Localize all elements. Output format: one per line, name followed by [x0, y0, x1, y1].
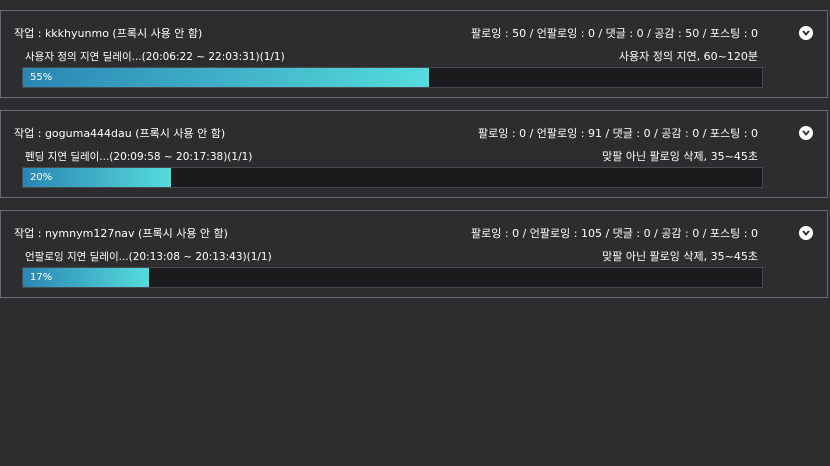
progress-bar: 20% [22, 167, 763, 188]
job-panel: 작업 : goguma444dau (프록시 사용 안 함) 팔로잉 : 0 /… [0, 110, 828, 198]
job-status: 언팔로잉 지연 딜레이...(20:13:08 ~ 20:13:43)(1/1) [25, 251, 272, 263]
job-title: 작업 : kkkhyunmo (프록시 사용 안 함) [14, 27, 203, 40]
expand-toggle-button[interactable] [799, 26, 813, 40]
job-title: 작업 : goguma444dau (프록시 사용 안 함) [14, 127, 226, 140]
job-list: 작업 : kkkhyunmo (프록시 사용 안 함) 팔로잉 : 50 / 언… [0, 0, 830, 466]
job-title: 작업 : nymnym127nav (프록시 사용 안 함) [14, 227, 228, 240]
job-stats: 팔로잉 : 0 / 언팔로잉 : 105 / 댓글 : 0 / 공감 : 0 /… [471, 227, 758, 240]
expand-toggle-button[interactable] [799, 226, 813, 240]
delay-note: 맞팔 아닌 팔로잉 삭제, 35~45초 [602, 150, 758, 163]
delay-note: 사용자 정의 지연, 60~120분 [618, 50, 758, 63]
chevron-down-icon [802, 230, 810, 236]
chevron-down-icon [802, 30, 810, 36]
job-stats: 팔로잉 : 50 / 언팔로잉 : 0 / 댓글 : 0 / 공감 : 50 /… [471, 27, 758, 40]
expand-toggle-button[interactable] [799, 126, 813, 140]
job-status: 사용자 정의 지연 딜레이...(20:06:22 ~ 22:03:31)(1/… [25, 51, 285, 63]
job-panel: 작업 : kkkhyunmo (프록시 사용 안 함) 팔로잉 : 50 / 언… [0, 10, 828, 98]
job-stats: 팔로잉 : 0 / 언팔로잉 : 91 / 댓글 : 0 / 공감 : 0 / … [478, 127, 758, 140]
progress-fill [23, 68, 430, 87]
progress-label: 20% [30, 172, 53, 183]
progress-bar: 55% [22, 67, 763, 88]
progress-label: 17% [30, 272, 53, 283]
job-panel: 작업 : nymnym127nav (프록시 사용 안 함) 팔로잉 : 0 /… [0, 210, 828, 298]
progress-label: 55% [30, 72, 53, 83]
chevron-down-icon [802, 130, 810, 136]
progress-bar: 17% [22, 267, 763, 288]
delay-note: 맞팔 아닌 팔로잉 삭제, 35~45초 [602, 250, 758, 263]
job-status: 펜딩 지연 딜레이...(20:09:58 ~ 20:17:38)(1/1) [25, 151, 253, 163]
